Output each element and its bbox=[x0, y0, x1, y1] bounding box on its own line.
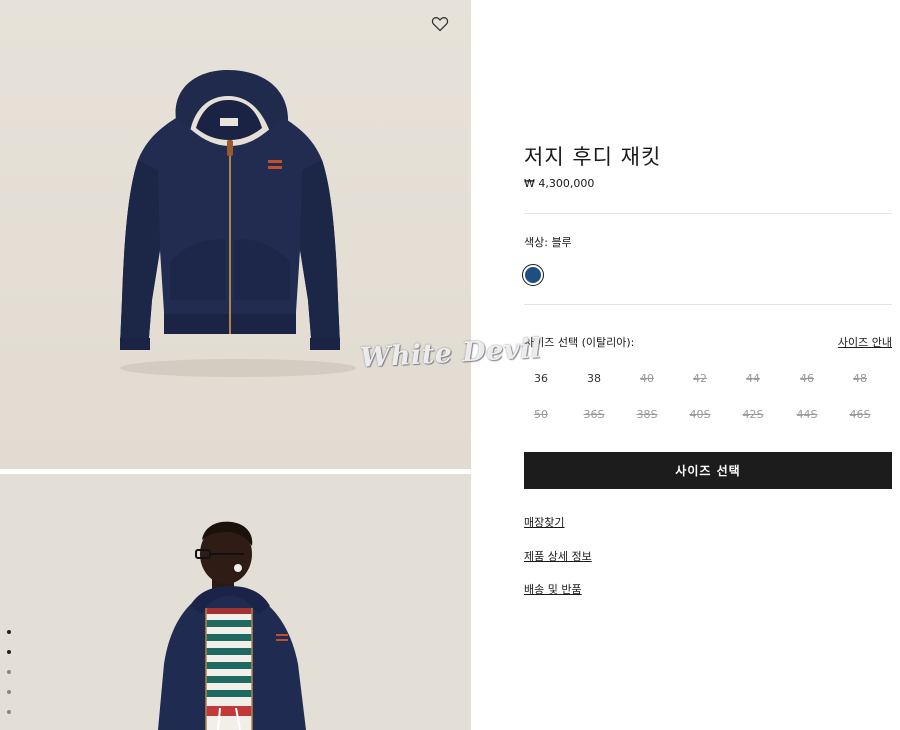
product-image-jacket[interactable] bbox=[0, 0, 471, 469]
product-details-link[interactable]: 제품 상세 정보 bbox=[524, 548, 592, 564]
size-option[interactable]: 42S bbox=[736, 408, 770, 421]
divider bbox=[524, 304, 892, 305]
product-image-model[interactable] bbox=[0, 474, 471, 730]
size-option[interactable]: 38S bbox=[630, 408, 664, 421]
size-row: 50 36S 38S 40S 42S 44S 46S bbox=[524, 408, 892, 444]
size-grid: 36 38 40 42 44 46 48 50 36S 38S 40S 42S … bbox=[524, 372, 892, 444]
product-price: ₩ 4,300,000 bbox=[524, 177, 595, 190]
size-option[interactable]: 36 bbox=[524, 372, 558, 385]
color-label: 색상: 블루 bbox=[524, 236, 572, 249]
jacket-illustration bbox=[0, 0, 471, 469]
divider bbox=[524, 213, 892, 214]
size-option[interactable]: 46 bbox=[790, 372, 824, 385]
gallery-dot[interactable] bbox=[7, 630, 11, 634]
gallery-dot[interactable] bbox=[7, 650, 11, 654]
size-option[interactable]: 40 bbox=[630, 372, 664, 385]
product-details-panel: 저지 후디 재킷 ₩ 4,300,000 색상: 블루 사이즈 선택 (이탈리아… bbox=[522, 0, 892, 730]
size-option[interactable]: 44S bbox=[790, 408, 824, 421]
size-label: 사이즈 선택 (이탈리아): bbox=[524, 336, 635, 349]
size-option[interactable]: 46S bbox=[843, 408, 877, 421]
color-swatch-blue[interactable] bbox=[522, 264, 544, 286]
gallery-dot[interactable] bbox=[7, 710, 11, 714]
shipping-returns-link[interactable]: 배송 및 반품 bbox=[524, 581, 582, 597]
size-option[interactable]: 42 bbox=[683, 372, 717, 385]
size-guide-link[interactable]: 사이즈 안내 bbox=[838, 334, 892, 350]
size-option[interactable]: 48 bbox=[843, 372, 877, 385]
store-locator-link[interactable]: 매장찾기 bbox=[524, 514, 564, 530]
gallery-dot[interactable] bbox=[7, 670, 11, 674]
product-gallery bbox=[0, 0, 471, 730]
gallery-dot[interactable] bbox=[7, 690, 11, 694]
product-title: 저지 후디 재킷 bbox=[524, 145, 662, 169]
select-size-button[interactable]: 사이즈 선택 bbox=[524, 452, 892, 489]
size-row: 36 38 40 42 44 46 48 bbox=[524, 372, 892, 408]
size-option[interactable]: 44 bbox=[736, 372, 770, 385]
wishlist-heart-icon[interactable] bbox=[430, 14, 450, 34]
gallery-pagination bbox=[7, 630, 17, 730]
size-option[interactable]: 38 bbox=[577, 372, 611, 385]
model-illustration bbox=[0, 474, 471, 730]
color-swatch-fill bbox=[525, 267, 541, 283]
size-option[interactable]: 36S bbox=[577, 408, 611, 421]
size-option[interactable]: 50 bbox=[524, 408, 558, 421]
size-option[interactable]: 40S bbox=[683, 408, 717, 421]
